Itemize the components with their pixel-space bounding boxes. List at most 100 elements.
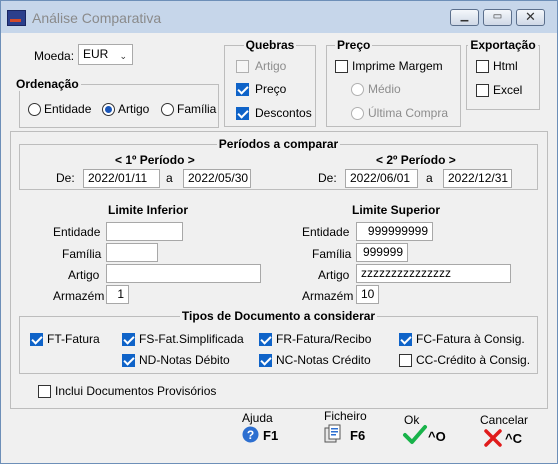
periodo1-de-label: De:: [56, 171, 75, 185]
sup-artigo-input[interactable]: zzzzzzzzzzzzzzz: [356, 264, 511, 283]
tipo-fs-checkbox[interactable]: [122, 333, 135, 346]
tipo-ft-label: FT-Fatura: [47, 332, 100, 346]
sup-entidade-label: Entidade: [302, 225, 350, 239]
sup-familia-label: Família: [312, 247, 352, 261]
exportacao-title: Exportação: [468, 38, 538, 52]
ajuda-key: F1: [263, 428, 279, 443]
export-excel-label: Excel: [493, 83, 523, 97]
periodos-group: Períodos a comparar < 1º Período > De: 2…: [19, 137, 538, 190]
tipo-cc-checkbox[interactable]: [399, 354, 412, 367]
periodo2-a-input[interactable]: 2022/12/31: [443, 169, 512, 188]
ajuda-caption: Ajuda: [242, 411, 273, 425]
periodo2-a-label: a: [426, 171, 433, 185]
tipo-fc-checkbox[interactable]: [399, 333, 412, 346]
close-icon: ✕: [525, 9, 536, 24]
tipo-fr-checkbox[interactable]: [259, 333, 272, 346]
imprime-margem-checkbox[interactable]: [335, 60, 348, 73]
minimize-button[interactable]: ▁: [450, 9, 479, 26]
cancelar-key: ^C: [505, 431, 522, 446]
ok-key: ^O: [428, 429, 446, 444]
periodo1-de-input[interactable]: 2022/01/11: [83, 169, 160, 188]
quebras-group: Quebras Artigo Preço Descontos: [224, 38, 316, 127]
ordenacao-title: Ordenação: [14, 77, 81, 91]
quebras-title: Quebras: [243, 38, 297, 52]
ordenacao-label-familia: Família: [177, 102, 217, 116]
periodo2-de-input[interactable]: 2022/06/01: [345, 169, 418, 188]
moeda-value: EUR: [83, 47, 109, 61]
inf-artigo-input[interactable]: [106, 264, 261, 283]
tipo-fr-label: FR-Fatura/Recibo: [276, 332, 372, 346]
ordenacao-radio-artigo[interactable]: [102, 103, 115, 116]
sup-familia-input[interactable]: 999999: [356, 243, 408, 262]
tipo-ft-checkbox[interactable]: [30, 333, 43, 346]
cross-icon: [484, 429, 502, 447]
inf-entidade-input[interactable]: [106, 222, 183, 241]
periodo1-title: < 1º Período >: [115, 153, 195, 167]
periodos-title: Períodos a comparar: [216, 137, 341, 151]
export-html-label: Html: [493, 59, 518, 73]
preco-radio-medio[interactable]: [351, 83, 364, 96]
imprime-margem-label: Imprime Margem: [352, 59, 443, 73]
exportacao-group: Exportação Html Excel: [466, 38, 540, 110]
window-title: Análise Comparativa: [32, 10, 162, 26]
inf-familia-input[interactable]: [106, 243, 158, 262]
dialog-window: Análise Comparativa ▁ ▭ ✕ Moeda: EUR ⌄ O…: [0, 0, 558, 464]
quebra-preco-checkbox[interactable]: [236, 83, 249, 96]
inf-armazem-label: Armazém: [53, 289, 105, 303]
quebra-preco-label: Preço: [255, 82, 287, 96]
ordenacao-radio-familia[interactable]: [161, 103, 174, 116]
quebra-artigo-label: Artigo: [255, 59, 287, 73]
ordenacao-label-artigo: Artigo: [118, 102, 150, 116]
provisorios-checkbox[interactable]: [38, 385, 51, 398]
moeda-label: Moeda:: [34, 49, 75, 63]
export-excel-checkbox[interactable]: [476, 84, 489, 97]
help-icon: ?: [242, 426, 259, 443]
ficheiro-button[interactable]: Ficheiro F6: [320, 409, 376, 452]
ok-button[interactable]: Ok ^O: [400, 410, 452, 452]
sup-armazem-input[interactable]: 10: [356, 285, 379, 304]
title-bar: Análise Comparativa ▁ ▭ ✕: [1, 1, 557, 33]
ficheiro-key: F6: [350, 428, 366, 443]
tipo-nc-label: NC-Notas Crédito: [276, 353, 371, 367]
moeda-select[interactable]: EUR ⌄: [78, 44, 133, 65]
inf-armazem-input[interactable]: 1: [106, 285, 129, 304]
cancelar-button[interactable]: Cancelar ^C: [480, 410, 540, 452]
main-panel: Moeda: EUR ⌄ Ordenação Entidade Artigo F…: [10, 33, 548, 458]
tipo-nd-label: ND-Notas Débito: [139, 353, 230, 367]
preco-medio-label: Médio: [368, 82, 401, 96]
ajuda-button[interactable]: Ajuda ? F1: [238, 410, 288, 452]
maximize-icon: ▭: [492, 11, 503, 22]
chevron-down-icon: ⌄: [119, 51, 127, 61]
tipo-fs-label: FS-Fat.Simplificada: [139, 332, 244, 346]
svg-text:?: ?: [247, 428, 254, 442]
sup-entidade-input[interactable]: 999999999: [356, 222, 433, 241]
periodo1-a-input[interactable]: 2022/05/30: [183, 169, 251, 188]
periodo2-de-label: De:: [318, 171, 337, 185]
periodo1-a-label: a: [166, 171, 173, 185]
ficheiro-caption: Ficheiro: [324, 409, 367, 423]
file-icon: [324, 424, 341, 443]
preco-group: Preço Imprime Margem Médio Última Compra: [326, 38, 461, 127]
tipo-nc-checkbox[interactable]: [259, 354, 272, 367]
limite-superior-title: Limite Superior: [352, 203, 441, 217]
minimize-icon: ▁: [460, 11, 469, 22]
cancelar-caption: Cancelar: [480, 413, 529, 427]
tipo-nd-checkbox[interactable]: [122, 354, 135, 367]
ordenacao-group: Ordenação Entidade Artigo Família: [14, 77, 219, 128]
maximize-button[interactable]: ▭: [483, 9, 512, 26]
quebra-descontos-checkbox[interactable]: [236, 107, 249, 120]
ordenacao-label-entidade: Entidade: [44, 102, 92, 116]
export-html-checkbox[interactable]: [476, 60, 489, 73]
limite-inferior-title: Limite Inferior: [108, 203, 189, 217]
quebra-artigo-checkbox[interactable]: [236, 60, 249, 73]
preco-radio-ultima-compra[interactable]: [351, 107, 364, 120]
close-button[interactable]: ✕: [516, 9, 545, 26]
tipos-documento-group: Tipos de Documento a considerar FT-Fatur…: [19, 309, 538, 374]
ordenacao-radio-entidade[interactable]: [28, 103, 41, 116]
inf-artigo-label: Artigo: [68, 268, 100, 282]
periodo2-title: < 2º Período >: [376, 153, 456, 167]
tipo-cc-label: CC-Crédito à Consig.: [416, 353, 531, 367]
checkmark-icon: [403, 425, 427, 444]
inf-familia-label: Família: [62, 247, 102, 261]
preco-ultima-compra-label: Última Compra: [368, 106, 449, 120]
